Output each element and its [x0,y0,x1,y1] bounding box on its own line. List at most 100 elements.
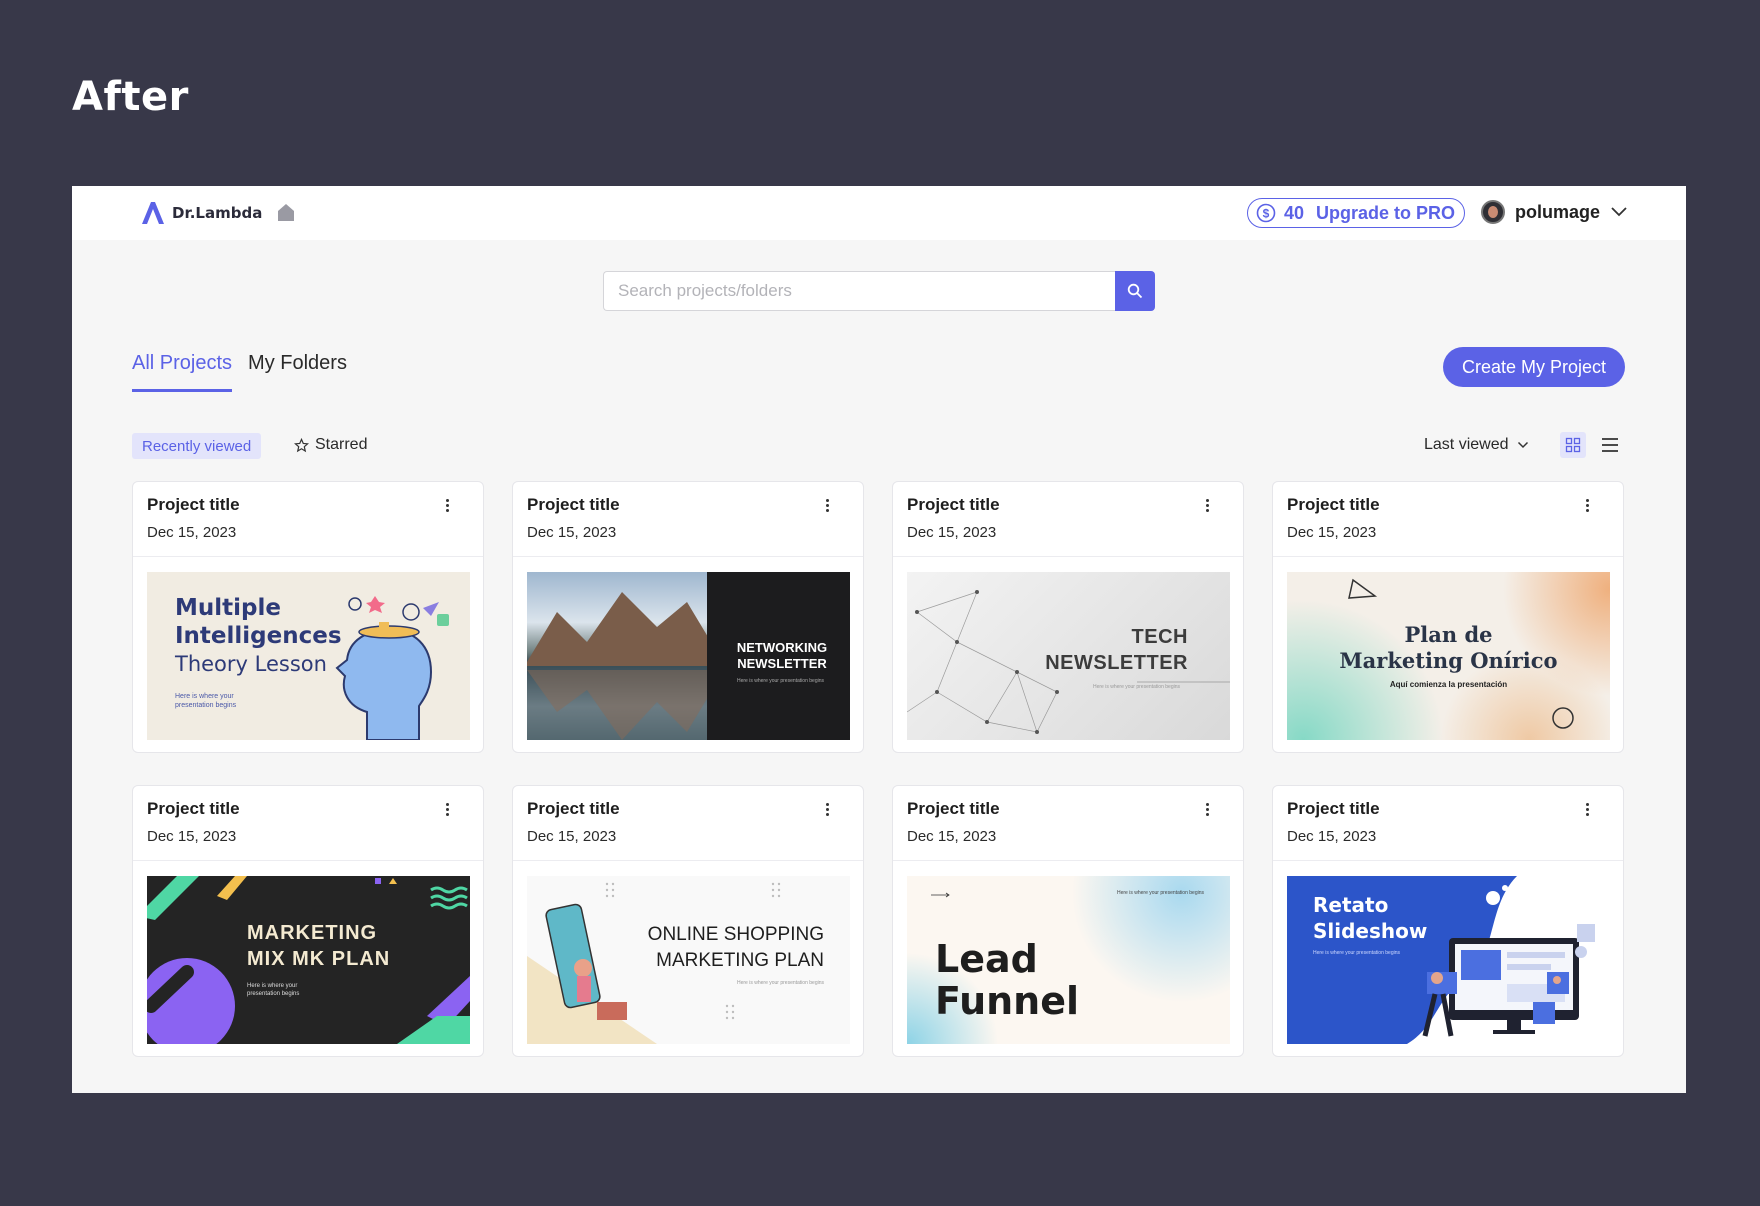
more-options-icon[interactable] [1206,499,1209,512]
page-heading: After [72,74,189,120]
project-date: Dec 15, 2023 [527,828,617,845]
search-bar [603,271,1155,311]
project-card[interactable]: Project title Dec 15, 2023 Plan de Market… [1272,481,1624,753]
upgrade-label: Upgrade to PRO [1316,202,1456,223]
project-thumbnail[interactable]: ONLINE SHOPPING MARKETING PLAN Here is wh… [527,876,850,1044]
project-date: Dec 15, 2023 [147,828,237,845]
thumb-heading: MARKETING MIX MK PLAN [247,922,391,970]
card-header: Project title Dec 15, 2023 [133,482,483,557]
head-illustration [335,596,449,740]
starred-label: Starred [315,436,368,453]
more-options-icon[interactable] [1586,803,1589,816]
card-header: Project title Dec 15, 2023 [133,786,483,861]
thumb-heading: Lead Funnel [935,937,1080,1023]
project-title: Project title [147,799,240,818]
card-header: Project title Dec 15, 2023 [513,482,863,557]
thumb-heading: Plan de Marketing Onírico [1339,622,1558,673]
thumb-subtitle: Theory Lesson [175,652,327,676]
more-options-icon[interactable] [826,803,829,816]
project-card[interactable]: Project title Dec 15, 2023 [512,785,864,1057]
project-thumbnail[interactable]: MARKETING MIX MK PLAN Here is where your … [147,876,470,1044]
thumb-heading: Retato Slideshow [1313,893,1428,943]
thumb-caption: Here is where your presentation begins [1313,950,1400,956]
project-grid: Project title Dec 15, 2023 Multiple Intel… [132,481,1624,1057]
more-options-icon[interactable] [826,499,829,512]
project-title: Project title [907,495,1000,514]
project-card[interactable]: Project title Dec 15, 2023 Multiple Intel… [132,481,484,753]
more-options-icon[interactable] [446,499,449,512]
project-title: Project title [527,495,620,514]
thumb-caption: Here is where your presentation begins [247,983,300,997]
sort-dropdown[interactable]: Last viewed [1424,436,1529,454]
thumb-heading: TECH NEWSLETTER [1045,626,1188,674]
project-thumbnail[interactable]: Here is where your presentation begins L… [907,876,1230,1044]
project-thumbnail[interactable]: TECH NEWSLETTER Here is where your presen… [907,572,1230,740]
project-card[interactable]: Project title Dec 15, 2023 Here is where… [892,785,1244,1057]
project-thumbnail[interactable]: Retato Slideshow Here is where your prese… [1287,876,1610,1044]
card-header: Project title Dec 15, 2023 [1273,786,1623,861]
card-header: Project title Dec 15, 2023 [893,482,1243,557]
project-date: Dec 15, 2023 [907,524,997,541]
project-title: Project title [1287,799,1380,818]
chevron-down-icon [1611,207,1627,217]
list-view-button[interactable] [1598,433,1622,457]
thumb-heading: ONLINE SHOPPING MARKETING PLAN [647,924,824,971]
filter-recently-viewed[interactable]: Recently viewed [132,433,262,459]
search-button[interactable] [1115,271,1155,311]
thumb-caption: Here is where your presentation begins [737,980,824,986]
project-card[interactable]: Project title Dec 15, 2023 [132,785,484,1057]
user-menu[interactable]: polumage [1481,200,1628,224]
filter-starred[interactable]: Starred [294,436,367,454]
card-header: Project title Dec 15, 2023 [1273,482,1623,557]
project-title: Project title [907,799,1000,818]
home-icon[interactable] [276,202,296,222]
username: polumage [1515,201,1601,222]
tab-my-folders[interactable]: My Folders [248,352,347,392]
more-options-icon[interactable] [1206,803,1209,816]
star-icon [294,437,309,452]
sort-label: Last viewed [1424,436,1509,453]
credit-count: 40 [1284,202,1305,223]
arrow-icon [931,892,950,898]
project-thumbnail[interactable]: Plan de Marketing Onírico Aquí comienza l… [1287,572,1610,740]
search-icon [1127,283,1143,299]
project-date: Dec 15, 2023 [1287,828,1377,845]
project-thumbnail[interactable]: Multiple Intelligences Theory Lesson Here… [147,572,470,740]
create-project-button[interactable]: Create My Project [1443,347,1625,387]
thumb-caption: Aquí comienza la presentación [1389,680,1508,689]
project-thumbnail[interactable]: NETWORKING NEWSLETTER Here is where your … [527,572,850,740]
project-card[interactable]: Project title Dec 15, 2023 NETWORKING NEW… [512,481,864,753]
project-title: Project title [527,799,620,818]
thumb-heading: Multiple Intelligences [175,595,342,649]
avatar [1481,200,1505,224]
thumb-caption: Here is where your presentation begins [1093,684,1180,690]
thumb-caption: Here is where your presentation begins [737,678,824,684]
app-window: Dr.Lambda $ 40 Upgrade to PRO polumage S… [72,186,1686,1093]
coin-icon: $ [1256,203,1276,223]
more-options-icon[interactable] [446,803,449,816]
brand-logo[interactable]: Dr.Lambda [140,201,262,225]
list-view-icon [1602,438,1618,452]
thumb-caption: Here is where your presentation begins [1117,890,1204,896]
project-date: Dec 15, 2023 [907,828,997,845]
top-navbar: Dr.Lambda $ 40 Upgrade to PRO polumage [72,186,1686,240]
card-header: Project title Dec 15, 2023 [893,786,1243,861]
svg-text:$: $ [1263,207,1270,221]
project-card[interactable]: Project title Dec 15, 2023 [1272,785,1624,1057]
more-options-icon[interactable] [1586,499,1589,512]
project-date: Dec 15, 2023 [527,524,617,541]
project-card[interactable]: Project title Dec 15, 2023 [892,481,1244,753]
project-title: Project title [1287,495,1380,514]
tab-all-projects[interactable]: All Projects [132,352,233,392]
project-date: Dec 15, 2023 [147,524,237,541]
lambda-logo-icon [142,202,164,224]
thumb-caption: Here is where your presentation begins [175,693,237,709]
upgrade-pill[interactable]: $ 40 Upgrade to PRO [1247,198,1466,228]
project-tabs: All Projects My Folders [132,352,347,392]
project-date: Dec 15, 2023 [1287,524,1377,541]
grid-view-button[interactable] [1560,432,1586,458]
card-header: Project title Dec 15, 2023 [513,786,863,861]
search-input[interactable] [603,271,1115,311]
project-title: Project title [147,495,240,514]
thumb-heading: NETWORKING NEWSLETTER [736,640,828,671]
